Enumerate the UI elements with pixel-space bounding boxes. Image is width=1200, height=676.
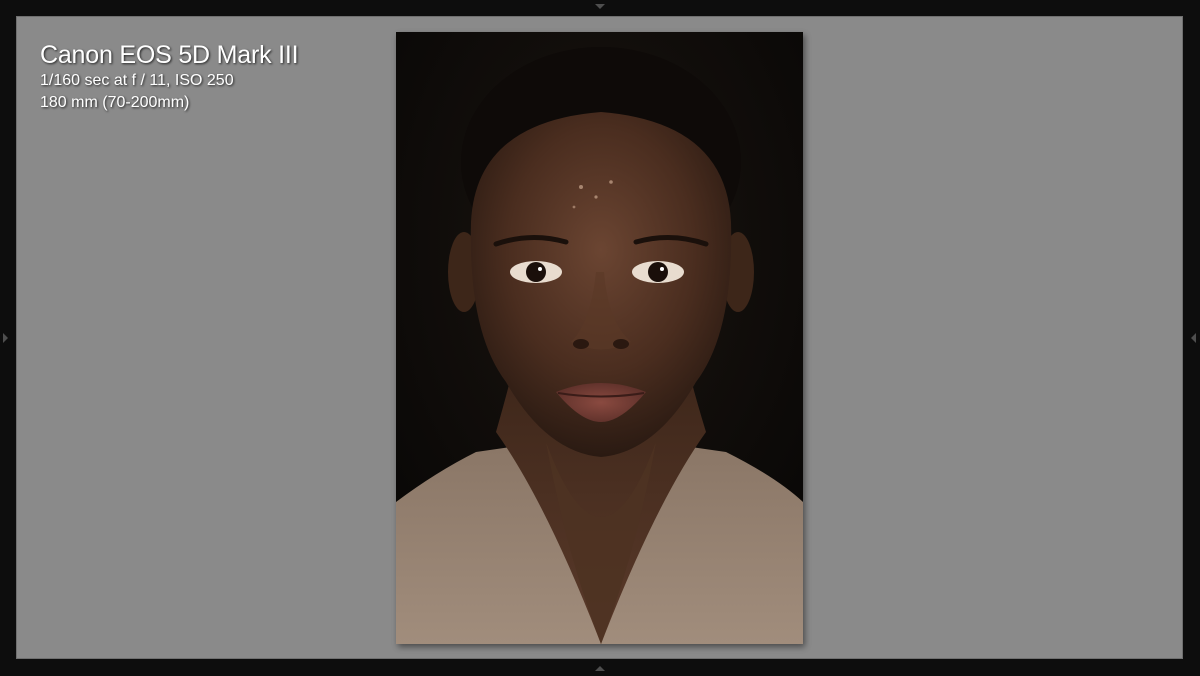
lightroom-loupe-view: Canon EOS 5D Mark III 1/160 sec at f / 1…: [0, 0, 1200, 676]
info-overlay: Canon EOS 5D Mark III 1/160 sec at f / 1…: [40, 40, 299, 114]
top-panel-toggle-icon[interactable]: [595, 4, 605, 9]
lens-info: 180 mm (70-200mm): [40, 94, 190, 111]
left-panel-toggle-icon[interactable]: [3, 333, 8, 343]
camera-model: Canon EOS 5D Mark III: [40, 41, 299, 69]
portrait-photo[interactable]: [396, 32, 803, 644]
portrait-illustration: [396, 32, 803, 644]
right-panel-toggle-icon[interactable]: [1191, 333, 1196, 343]
exposure-info: 1/160 sec at f / 11, ISO 250: [40, 72, 234, 89]
bottom-panel-toggle-icon[interactable]: [595, 666, 605, 671]
